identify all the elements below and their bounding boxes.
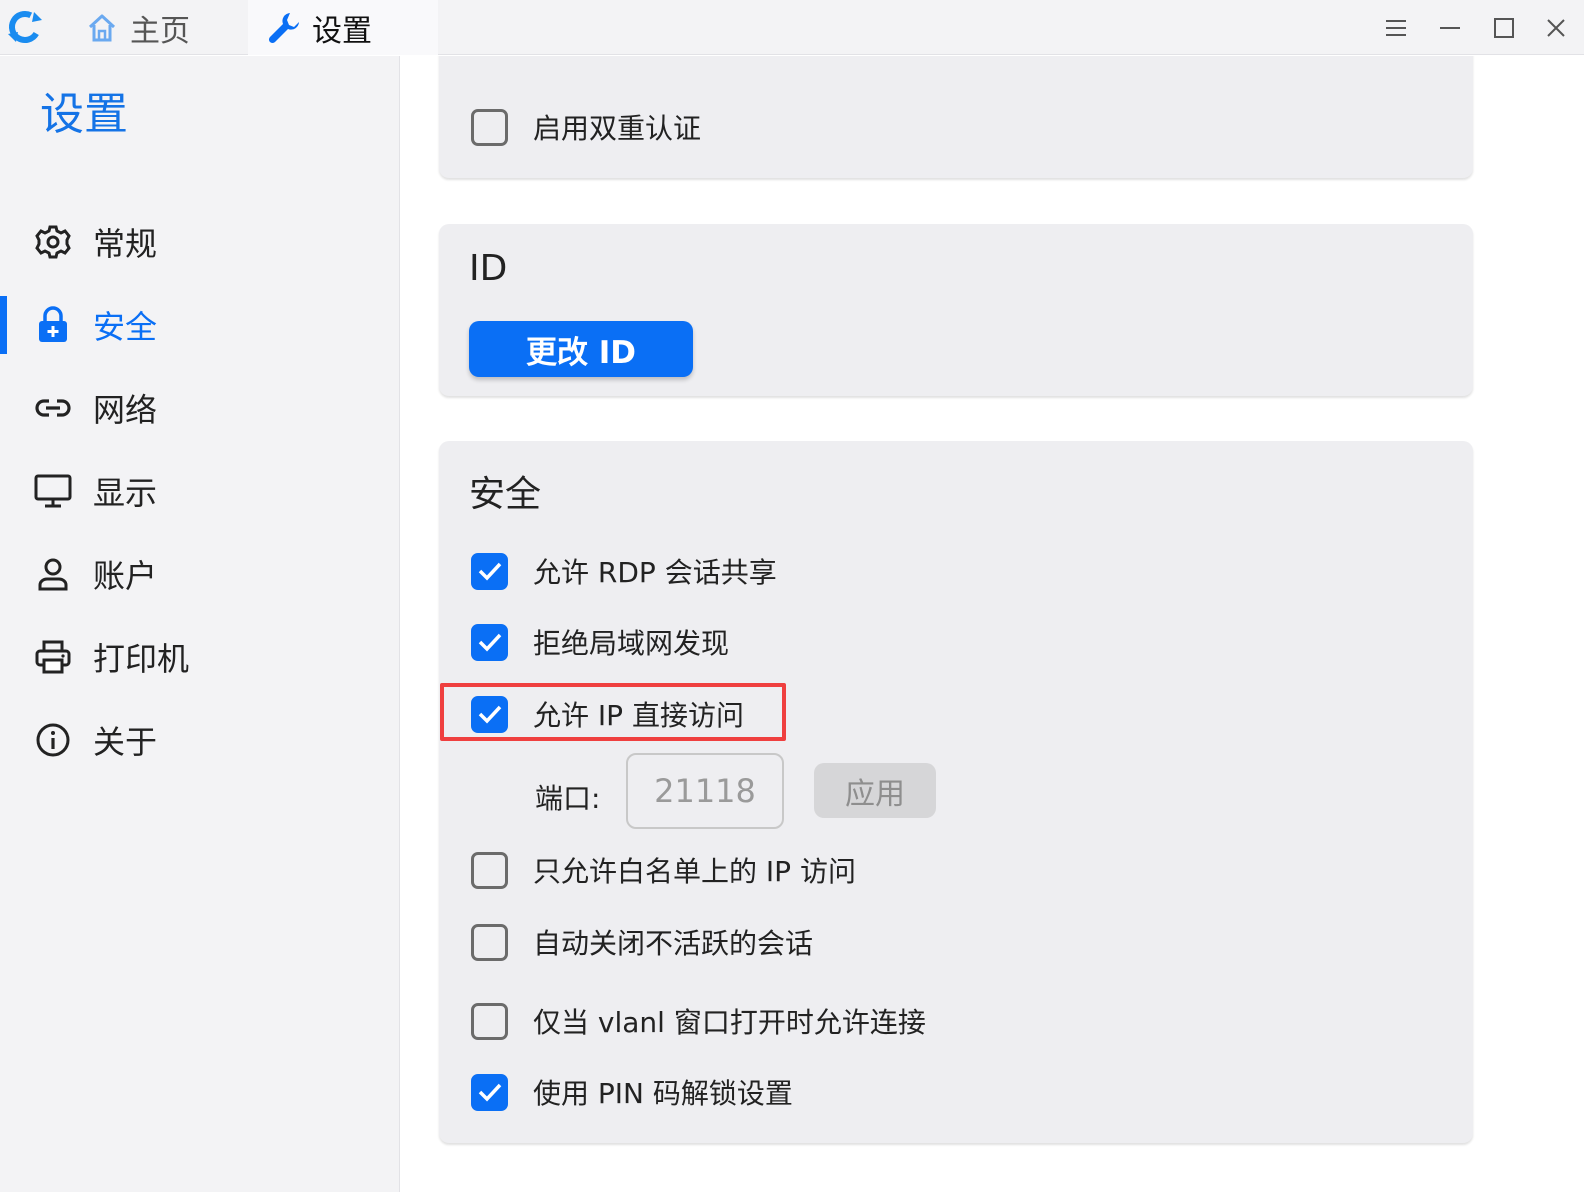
id-card: ID 更改 ID	[439, 224, 1473, 396]
change-id-button[interactable]: 更改 ID	[469, 321, 693, 377]
sidebar: 设置 常规 安全 网络 显示 账户 打印机 关于	[0, 56, 400, 1192]
allow-rdp-sharing-label: 允许 RDP 会话共享	[533, 556, 777, 589]
sidebar-item-label: 账户	[93, 557, 158, 595]
sidebar-item-label: 关于	[93, 723, 158, 761]
printer-icon	[34, 638, 72, 676]
app-logo-icon	[6, 8, 44, 46]
tab-home[interactable]: 主页	[80, 0, 246, 55]
close-icon[interactable]	[1536, 8, 1576, 48]
allow-rdp-sharing-option[interactable]: 允许 RDP 会话共享	[471, 551, 777, 591]
allow-only-when-open-option[interactable]: 仅当 vlanl 窗口打开时允许连接	[471, 1001, 926, 1041]
home-icon	[84, 10, 120, 46]
whitelist-ip-option[interactable]: 只允许白名单上的 IP 访问	[471, 850, 856, 890]
security-card: 安全 允许 RDP 会话共享 拒绝局域网发现 允许 IP 直接访问 端口: 21…	[439, 441, 1473, 1143]
sidebar-item-label: 打印机	[93, 640, 190, 678]
deny-lan-discovery-checkbox[interactable]	[471, 623, 508, 661]
security-card-title: 安全	[469, 474, 542, 515]
checkmark-icon	[478, 1083, 501, 1102]
sidebar-item-label: 常规	[93, 225, 158, 263]
maximize-icon[interactable]	[1484, 8, 1524, 48]
allow-direct-ip-label: 允许 IP 直接访问	[533, 699, 744, 732]
settings-content[interactable]: 启用双重认证 ID 更改 ID 安全 允许 RDP 会话共享 拒绝局域网发现 允…	[401, 56, 1584, 1192]
allow-direct-ip-option[interactable]: 允许 IP 直接访问	[471, 694, 744, 734]
deny-lan-discovery-option[interactable]: 拒绝局域网发现	[471, 622, 729, 662]
deny-lan-discovery-label: 拒绝局域网发现	[533, 627, 730, 660]
allow-rdp-sharing-checkbox[interactable]	[471, 552, 508, 590]
lock-icon	[34, 306, 72, 344]
enable-2fa-option[interactable]: 启用双重认证	[471, 107, 701, 147]
auto-close-inactive-checkbox[interactable]	[471, 923, 508, 961]
allow-only-when-open-checkbox[interactable]	[471, 1002, 508, 1040]
wrench-icon	[266, 10, 302, 46]
sidebar-item-label: 网络	[93, 391, 158, 429]
user-icon	[34, 555, 72, 593]
monitor-icon	[34, 472, 72, 510]
port-label: 端口:	[535, 782, 601, 815]
title-bar: 主页 设置	[0, 0, 1584, 55]
checkmark-icon	[478, 562, 501, 581]
allow-direct-ip-checkbox[interactable]	[471, 695, 508, 733]
sidebar-item-display[interactable]: 显示	[0, 458, 400, 524]
sidebar-item-label: 显示	[93, 474, 158, 512]
auto-close-inactive-label: 自动关闭不活跃的会话	[533, 927, 814, 960]
pin-unlock-label: 使用 PIN 码解锁设置	[533, 1077, 793, 1110]
tab-settings[interactable]: 设置	[248, 0, 438, 55]
sidebar-item-label: 安全	[93, 308, 158, 346]
menu-icon[interactable]	[1376, 8, 1416, 48]
sidebar-title: 设置	[40, 89, 128, 140]
sidebar-item-security[interactable]: 安全	[0, 292, 400, 358]
allow-only-when-open-label: 仅当 vlanl 窗口打开时允许连接	[533, 1006, 926, 1039]
sidebar-item-printer[interactable]: 打印机	[0, 624, 400, 690]
tab-settings-label: 设置	[312, 13, 372, 49]
apply-port-button[interactable]: 应用	[814, 763, 936, 818]
auto-close-inactive-option[interactable]: 自动关闭不活跃的会话	[471, 922, 813, 962]
checkmark-icon	[478, 633, 501, 652]
gear-icon	[34, 223, 72, 261]
enable-2fa-checkbox[interactable]	[471, 108, 508, 146]
sidebar-item-general[interactable]: 常规	[0, 209, 400, 275]
sidebar-item-about[interactable]: 关于	[0, 707, 400, 773]
twofa-card: 启用双重认证	[439, 56, 1473, 178]
link-icon	[34, 389, 72, 427]
info-icon	[34, 721, 72, 759]
tab-home-label: 主页	[130, 13, 190, 49]
pin-unlock-option[interactable]: 使用 PIN 码解锁设置	[471, 1072, 793, 1112]
pin-unlock-checkbox[interactable]	[471, 1073, 508, 1111]
port-input[interactable]: 21118	[626, 753, 784, 829]
whitelist-ip-checkbox[interactable]	[471, 851, 508, 889]
minimize-icon[interactable]	[1430, 8, 1470, 48]
enable-2fa-label: 启用双重认证	[533, 112, 702, 145]
sidebar-item-account[interactable]: 账户	[0, 541, 400, 607]
checkmark-icon	[478, 705, 501, 724]
whitelist-ip-label: 只允许白名单上的 IP 访问	[533, 855, 856, 888]
id-card-title: ID	[469, 248, 508, 289]
sidebar-item-network[interactable]: 网络	[0, 375, 400, 441]
